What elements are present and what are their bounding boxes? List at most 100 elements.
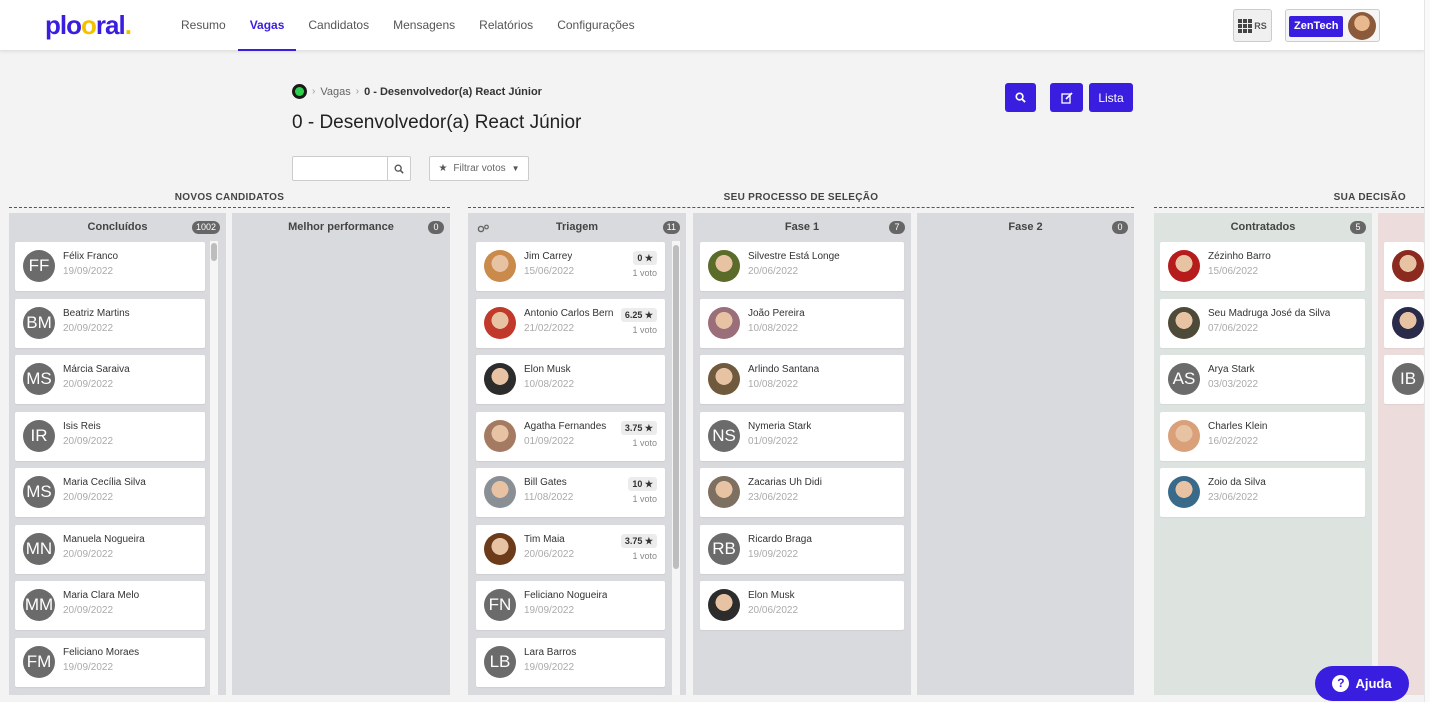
candidate-card[interactable]: FM Feliciano Moraes 19/09/2022 — [15, 638, 205, 687]
candidate-avatar — [1168, 307, 1200, 339]
candidate-card[interactable]: Zézinho Barro 15/06/2022 — [1160, 242, 1365, 291]
candidate-card[interactable]: Elon Musk 20/06/2022 — [700, 581, 904, 630]
filter-votes-dropdown[interactable]: ★ Filtrar votos ▼ — [429, 156, 529, 181]
company-name: ZenTech — [1289, 16, 1344, 37]
candidate-card[interactable]: Seu Madruga José da Silva 07/06/2022 — [1160, 299, 1365, 348]
candidate-avatar — [708, 589, 740, 621]
nav-item-vagas[interactable]: Vagas — [237, 0, 297, 51]
candidate-card[interactable]: Silvestre Está Longe 20/06/2022 — [700, 242, 904, 291]
candidate-avatar — [708, 307, 740, 339]
candidate-date: 03/03/2022 — [1208, 379, 1259, 390]
candidate-avatar — [1392, 250, 1424, 282]
candidate-card[interactable]: AS Arya Stark 03/03/2022 — [1160, 355, 1365, 404]
candidate-date: 20/09/2022 — [63, 549, 114, 560]
candidate-date: 20/09/2022 — [63, 605, 114, 616]
column-count-badge: 0 — [428, 221, 444, 234]
candidate-avatar: MN — [23, 533, 55, 565]
candidate-card[interactable]: Antonio Carlos Bern 21/02/2022 6.25 ★ 1 vot… — [476, 299, 665, 348]
candidate-card[interactable]: Jim Carrey 15/06/2022 0 ★ 1 voto — [476, 242, 665, 291]
help-button[interactable]: ? Ajuda — [1315, 666, 1409, 701]
candidate-name: Zoio da Silva — [1208, 477, 1266, 488]
nav-item-mensagens[interactable]: Mensagens — [381, 0, 467, 51]
score-badge: 10 ★ — [628, 477, 657, 491]
candidate-name: Félix Franco — [63, 251, 119, 262]
nav-item-resumo[interactable]: Resumo — [169, 0, 238, 51]
candidate-card[interactable]: MN Manuela Nogueira 20/09/2022 — [15, 525, 205, 574]
candidate-name: Antonio Carlos Bern — [524, 308, 614, 319]
breadcrumb-current: 0 - Desenvolvedor(a) React Júnior — [364, 85, 542, 98]
candidate-date: 19/09/2022 — [63, 662, 114, 673]
apps-switcher-button[interactable]: RS — [1233, 9, 1272, 42]
candidate-card[interactable] — [1384, 299, 1424, 348]
candidate-card[interactable]: MM Maria Clara Melo 20/09/2022 — [15, 581, 205, 630]
column-reprovados: IB — [1378, 213, 1424, 695]
candidate-card[interactable]: João Pereira 10/08/2022 — [700, 299, 904, 348]
candidate-avatar — [484, 476, 516, 508]
candidate-card[interactable]: IB — [1384, 355, 1424, 404]
search-icon[interactable] — [387, 157, 410, 180]
chevron-right-icon: › — [312, 86, 316, 97]
candidate-date: 20/09/2022 — [63, 436, 114, 447]
candidate-card[interactable]: Bill Gates 11/08/2022 10 ★ 1 voto — [476, 468, 665, 517]
grid-icon — [1238, 18, 1253, 33]
app-logo[interactable]: plooral. — [45, 10, 132, 41]
vote-count: 1 voto — [632, 268, 657, 278]
column-fase-1: Fase 1 7 Silvestre Está Longe 20/06/2022 J… — [693, 213, 911, 695]
candidate-name: João Pereira — [748, 308, 805, 319]
candidate-date: 11/08/2022 — [524, 492, 574, 503]
candidate-card[interactable]: Zacarias Uh Didi 23/06/2022 — [700, 468, 904, 517]
candidate-card[interactable]: Tim Maia 20/06/2022 3.75 ★ 1 voto — [476, 525, 665, 574]
candidate-card[interactable]: RB Ricardo Braga 19/09/2022 — [700, 525, 904, 574]
page-title: 0 - Desenvolvedor(a) React Júnior — [292, 112, 582, 133]
column-title: Contratados — [1230, 221, 1296, 233]
page-scrollbar[interactable] — [1424, 0, 1430, 702]
candidate-card[interactable]: FF Félix Franco 19/09/2022 — [15, 242, 205, 291]
candidate-date: 23/06/2022 — [748, 492, 799, 503]
column-contratados: Contratados 5 Zézinho Barro 15/06/2022 Seu… — [1154, 213, 1372, 695]
nav-item-candidatos[interactable]: Candidatos — [296, 0, 381, 51]
candidate-card[interactable]: IR Isis Reis 20/09/2022 — [15, 412, 205, 461]
candidate-date: 23/06/2022 — [1208, 492, 1259, 503]
candidate-date: 16/02/2022 — [1208, 436, 1259, 447]
candidate-card[interactable]: Zoio da Silva 23/06/2022 — [1160, 468, 1365, 517]
candidate-card[interactable]: BM Beatriz Martins 20/09/2022 — [15, 299, 205, 348]
candidate-card[interactable]: MS Márcia Saraiva 20/09/2022 — [15, 355, 205, 404]
candidate-avatar — [484, 307, 516, 339]
candidate-name: Manuela Nogueira — [63, 534, 145, 545]
candidate-date: 19/09/2022 — [63, 266, 114, 277]
company-logo-icon — [292, 84, 307, 99]
candidate-card[interactable]: FN Feliciano Nogueira 19/09/2022 — [476, 581, 665, 630]
user-avatar[interactable] — [1348, 12, 1376, 40]
company-switcher[interactable]: ZenTech — [1285, 9, 1380, 42]
candidate-card[interactable]: MS Maria Cecília Silva 20/09/2022 — [15, 468, 205, 517]
candidate-card[interactable]: Agatha Fernandes 01/09/2022 3.75 ★ 1 voto — [476, 412, 665, 461]
candidate-card[interactable]: Charles Klein 16/02/2022 — [1160, 412, 1365, 461]
column-scrollbar[interactable] — [672, 241, 680, 695]
candidate-avatar — [484, 250, 516, 282]
breadcrumb-vagas[interactable]: Vagas — [320, 86, 350, 98]
candidate-card[interactable]: NS Nymeria Stark 01/09/2022 — [700, 412, 904, 461]
search-input[interactable] — [293, 157, 389, 180]
candidate-name: Elon Musk — [524, 364, 571, 375]
question-icon: ? — [1332, 675, 1350, 692]
edit-button[interactable] — [1050, 83, 1083, 112]
candidate-avatar — [708, 363, 740, 395]
column-title: Triagem — [555, 221, 599, 233]
column-count-badge: 7 — [889, 221, 905, 234]
candidate-name: Feliciano Moraes — [63, 647, 140, 658]
candidate-card[interactable]: LB Lara Barros 19/09/2022 — [476, 638, 665, 687]
apps-label: RS — [1254, 20, 1267, 31]
candidate-date: 19/09/2022 — [524, 662, 575, 673]
candidate-name: Nymeria Stark — [748, 421, 812, 432]
list-view-button[interactable]: Lista — [1089, 83, 1133, 112]
search-button[interactable] — [1005, 83, 1036, 112]
column-scrollbar[interactable] — [210, 241, 218, 695]
candidate-avatar — [1168, 250, 1200, 282]
candidate-name: Maria Cecília Silva — [63, 477, 146, 488]
candidate-card[interactable] — [1384, 242, 1424, 291]
nav-item-relatorios[interactable]: Relatórios — [467, 0, 545, 51]
nav-item-configuracoes[interactable]: Configurações — [545, 0, 646, 51]
candidate-card[interactable]: Elon Musk 10/08/2022 — [476, 355, 665, 404]
candidate-card[interactable]: Arlindo Santana 10/08/2022 — [700, 355, 904, 404]
vote-count: 1 voto — [632, 438, 657, 448]
